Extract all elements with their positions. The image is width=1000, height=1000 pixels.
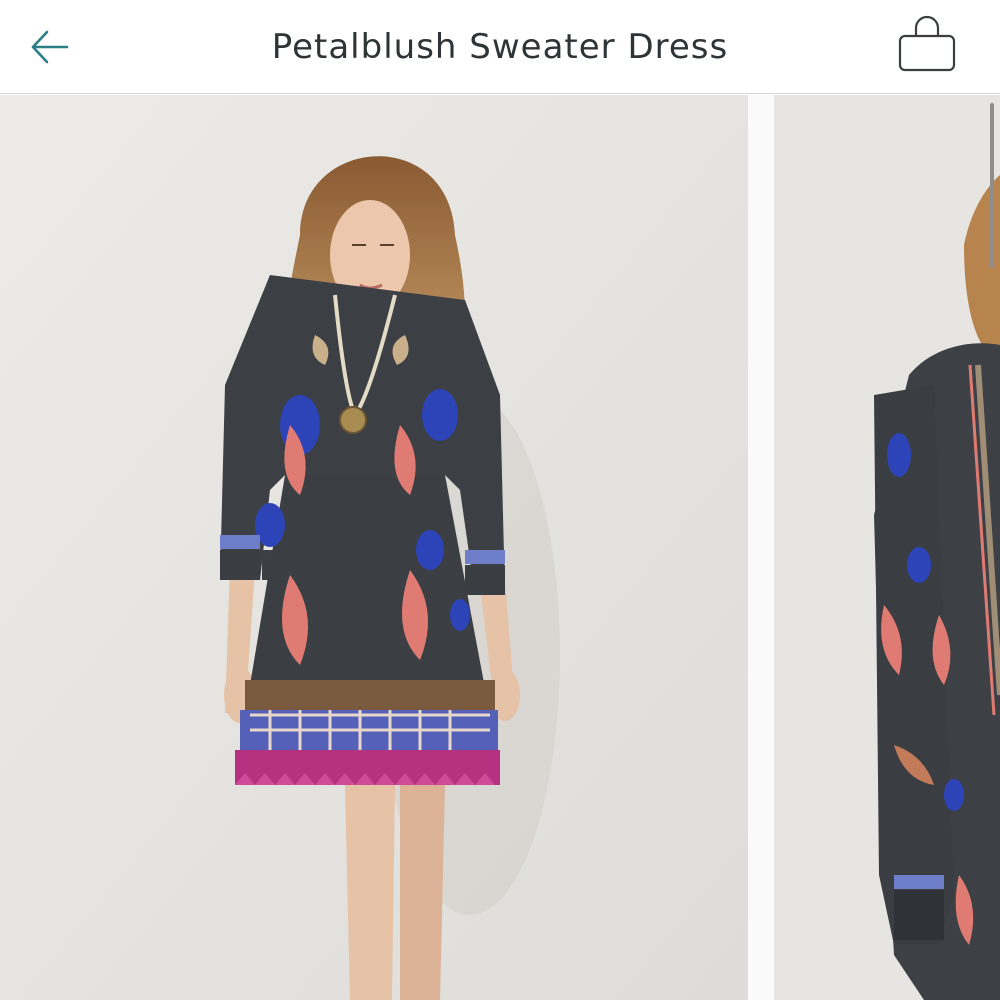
top-nav-bar: Petalblush Sweater Dress	[0, 0, 1000, 94]
product-image-front[interactable]	[0, 95, 748, 1000]
model-side-photo	[774, 95, 1000, 1000]
arrow-left-icon	[31, 30, 69, 64]
page-title: Petalblush Sweater Dress	[271, 27, 729, 67]
shopping-bag-icon	[898, 15, 956, 72]
product-image-gallery[interactable]	[0, 95, 1000, 1000]
scroll-indicator	[990, 103, 994, 268]
shopping-bag-button[interactable]	[894, 12, 960, 78]
back-button[interactable]	[22, 20, 76, 74]
product-image-side[interactable]	[774, 95, 1000, 1000]
model-front-photo	[0, 95, 748, 1000]
